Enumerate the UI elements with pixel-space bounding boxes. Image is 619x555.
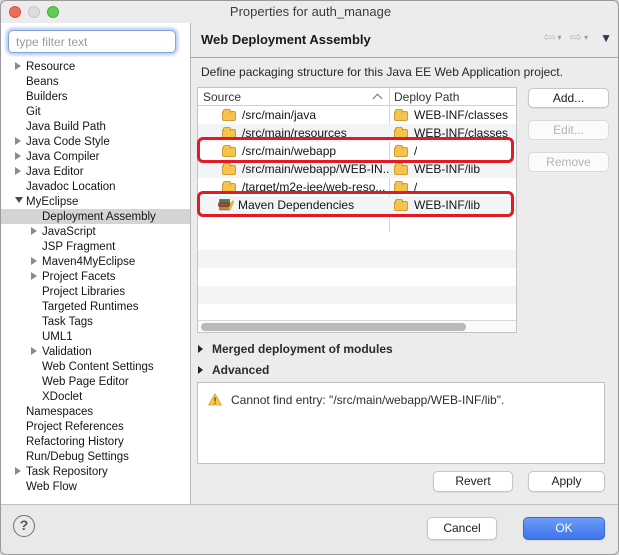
view-menu-icon[interactable]: ▼ [600,32,612,44]
sidebar-item-builders[interactable]: Builders [1,89,190,104]
sidebar-item-validation[interactable]: Validation [1,344,190,359]
add-button[interactable]: Add... [528,88,609,108]
sidebar-item-project-facets[interactable]: Project Facets [1,269,190,284]
folder-icon [394,165,408,175]
horizontal-scrollbar[interactable] [198,320,516,332]
scrollbar-thumb[interactable] [201,323,466,331]
back-history-caret-icon[interactable]: ▾ [558,34,562,42]
sidebar-item-task-repository[interactable]: Task Repository [1,464,190,479]
column-header-source[interactable]: Source [203,90,241,104]
help-button[interactable]: ? [13,515,35,537]
table-row[interactable]: /src/main/java WEB-INF/classes [198,106,516,124]
expand-arrow-icon[interactable] [31,256,42,268]
empty-table-rows [198,232,516,322]
folder-icon [222,147,236,157]
sidebar-item-java-editor[interactable]: Java Editor [1,164,190,179]
folder-icon [394,183,408,193]
folder-icon [222,129,236,139]
sidebar-item-deployment-assembly[interactable]: Deployment Assembly [1,209,190,224]
sidebar: Resource Beans Builders Git Java Build P… [1,23,191,504]
sidebar-item-java-code-style[interactable]: Java Code Style [1,134,190,149]
sidebar-item-beans[interactable]: Beans [1,74,190,89]
folder-icon [394,111,408,121]
expand-arrow-icon[interactable] [31,271,42,283]
sidebar-item-maven4myeclipse[interactable]: Maven4MyEclipse [1,254,190,269]
sidebar-item-jsp-fragment[interactable]: JSP Fragment [1,239,190,254]
folder-icon [394,201,408,211]
folder-icon [394,129,408,139]
section-merged-deployment[interactable]: Merged deployment of modules [198,342,393,356]
page-description: Define packaging structure for this Java… [201,65,563,79]
edit-button: Edit... [528,120,609,140]
sidebar-item-targeted-runtimes[interactable]: Targeted Runtimes [1,299,190,314]
expand-arrow-icon[interactable] [15,136,26,148]
expand-arrow-icon[interactable] [15,466,26,478]
sidebar-item-project-references[interactable]: Project References [1,419,190,434]
table-header: Source Deploy Path [198,88,516,106]
sidebar-item-run-debug-settings[interactable]: Run/Debug Settings [1,449,190,464]
sidebar-item-web-content-settings[interactable]: Web Content Settings [1,359,190,374]
properties-tree: Resource Beans Builders Git Java Build P… [1,59,190,494]
sort-ascending-icon[interactable] [373,94,383,104]
table-row[interactable]: /src/main/webapp/WEB-IN... WEB-INF/lib [198,160,516,178]
sidebar-item-refactoring-history[interactable]: Refactoring History [1,434,190,449]
table-row-webapp[interactable]: /src/main/webapp / [198,142,516,160]
apply-button[interactable]: Apply [528,471,605,492]
forward-arrow-icon[interactable]: ⇨ [570,30,583,45]
deployment-assembly-table: Source Deploy Path /src/main/java WEB-IN… [197,87,517,333]
sidebar-item-web-flow[interactable]: Web Flow [1,479,190,494]
collapse-arrow-icon[interactable] [15,196,26,208]
sidebar-item-project-libraries[interactable]: Project Libraries [1,284,190,299]
section-advanced[interactable]: Advanced [198,363,269,377]
page-header: Web Deployment Assembly ⇦ ▾ ⇨ ▾ ▼ [191,23,619,58]
sidebar-item-web-page-editor[interactable]: Web Page Editor [1,374,190,389]
folder-icon [394,147,408,157]
sidebar-item-namespaces[interactable]: Namespaces [1,404,190,419]
sidebar-item-java-compiler[interactable]: Java Compiler [1,149,190,164]
title-bar[interactable]: Properties for auth_manage [1,1,619,23]
maven-library-icon [218,199,234,211]
remove-button: Remove [528,152,609,172]
page-title: Web Deployment Assembly [201,32,371,47]
sidebar-item-xdoclet[interactable]: XDoclet [1,389,190,404]
table-row[interactable]: /target/m2e-jee/web-reso... / [198,178,516,196]
folder-icon [222,111,236,121]
folder-icon [222,165,236,175]
expand-arrow-icon[interactable] [198,363,212,377]
sidebar-item-javascript[interactable]: JavaScript [1,224,190,239]
sidebar-item-myeclipse[interactable]: MyEclipse [1,194,190,209]
back-arrow-icon[interactable]: ⇦ [543,30,556,45]
properties-dialog: Properties for auth_manage Resource Bean… [0,0,619,555]
forward-history-caret-icon[interactable]: ▾ [584,34,588,42]
sidebar-item-javadoc-location[interactable]: Javadoc Location [1,179,190,194]
folder-icon [222,183,236,193]
sidebar-item-resource[interactable]: Resource [1,59,190,74]
expand-arrow-icon[interactable] [31,226,42,238]
sidebar-item-java-build-path[interactable]: Java Build Path [1,119,190,134]
expand-arrow-icon[interactable] [15,61,26,73]
expand-arrow-icon[interactable] [198,342,212,356]
warning-icon [208,393,222,406]
expand-arrow-icon[interactable] [31,346,42,358]
sidebar-item-uml1[interactable]: UML1 [1,329,190,344]
expand-arrow-icon[interactable] [15,166,26,178]
table-row[interactable]: /src/main/resources WEB-INF/classes [198,124,516,142]
warning-message: Cannot find entry: "/src/main/webapp/WEB… [231,393,504,407]
ok-button[interactable]: OK [523,517,605,540]
window-title: Properties for auth_manage [1,4,619,19]
revert-button[interactable]: Revert [433,471,513,492]
problems-panel: Cannot find entry: "/src/main/webapp/WEB… [197,382,605,464]
table-row-maven-dependencies[interactable]: Maven Dependencies WEB-INF/lib [198,196,516,214]
sidebar-item-task-tags[interactable]: Task Tags [1,314,190,329]
dialog-footer: ? Cancel OK [1,504,619,555]
expand-arrow-icon[interactable] [15,151,26,163]
sidebar-item-git[interactable]: Git [1,104,190,119]
cancel-button[interactable]: Cancel [427,517,497,540]
column-header-deploy-path[interactable]: Deploy Path [394,90,459,104]
filter-input[interactable] [8,30,176,53]
